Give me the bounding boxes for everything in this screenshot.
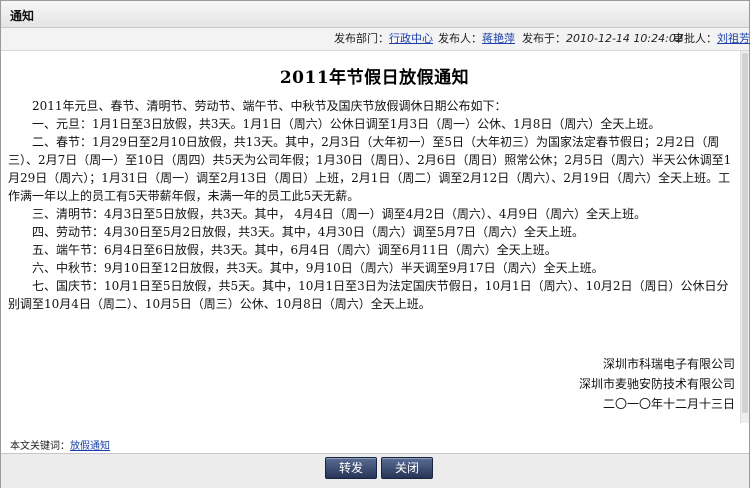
publisher-label: 发布人： bbox=[438, 32, 482, 45]
approver-label: 审批人： bbox=[673, 32, 717, 45]
publisher-link[interactable]: 蒋艳萍 bbox=[482, 32, 515, 45]
keyword-link[interactable]: 放假通知 bbox=[70, 441, 110, 452]
notice-paragraph: 五、端午节：6月4日至6日放假，共3天。其中，6月4日（周六）调至6月11日（周… bbox=[32, 243, 557, 257]
notice-paragraph: 2011年元旦、春节、清明节、劳动节、端午节、中秋节及国庆节放假调休日期公布如下… bbox=[32, 99, 507, 113]
publish-info-bar: 发布部门：行政中心 发布人：蒋艳萍 发布于：2010-12-14 10:24:0… bbox=[1, 28, 750, 51]
notice-paragraph: 一、元旦：1月1日至3日放假，共3天。1月1日（周六）公休日调至1月3日（周一）… bbox=[32, 117, 661, 131]
forward-button[interactable]: 转发 bbox=[325, 457, 377, 479]
signature-block: 深圳市科瑞电子有限公司 深圳市麦驰安防技术有限公司 二〇一〇年十二月十三日 bbox=[579, 354, 735, 414]
notice-title: 2011年节假日放假通知 bbox=[279, 68, 470, 88]
window-titlebar: 通知 bbox=[1, 1, 749, 28]
keywords-row: 本文关键词：放假通知 bbox=[10, 437, 110, 452]
approver-link[interactable]: 刘祖芳 bbox=[717, 32, 750, 45]
notice-paragraph: 四、劳动节：4月30日至5月2日放假，共3天。其中，4月30日（周六）调至5月7… bbox=[32, 225, 584, 239]
publisher-info: 发布人：蒋艳萍 bbox=[438, 28, 515, 50]
notice-paragraph: 二、春节：1月29日至2月10日放假，共13天。其中，2月3日（大年初一）至5日… bbox=[8, 135, 732, 203]
vertical-scrollbar[interactable] bbox=[740, 51, 749, 423]
notice-content: 2011年节假日放假通知 2011年元旦、春节、清明节、劳动节、端午节、中秋节及… bbox=[8, 51, 741, 423]
dept-label: 发布部门： bbox=[334, 32, 389, 45]
button-bar: 转发 关闭 bbox=[1, 453, 749, 488]
publish-date-value: 2010-12-14 10:24:02 bbox=[566, 32, 683, 45]
scrollbar-thumb[interactable] bbox=[742, 53, 748, 413]
notice-paragraph: 七、国庆节：10月1日至5日放假，共5天。其中，10月1日至3日为法定国庆节假日… bbox=[8, 279, 729, 311]
notice-window: 通知 发布部门：行政中心 发布人：蒋艳萍 发布于：2010-12-14 10:2… bbox=[0, 0, 750, 488]
notice-body: 2011年元旦、春节、清明节、劳动节、端午节、中秋节及国庆节放假调休日期公布如下… bbox=[8, 97, 736, 313]
publish-date-info: 发布于：2010-12-14 10:24:02 bbox=[522, 28, 683, 50]
notice-paragraph: 三、清明节：4月3日至5日放假，共3天。其中， 4月4日（周一）调至4月2日（周… bbox=[32, 207, 647, 221]
publish-date-label: 发布于： bbox=[522, 32, 566, 45]
approver-info: 审批人：刘祖芳 bbox=[673, 28, 750, 50]
signature-company-1: 深圳市科瑞电子有限公司 bbox=[602, 357, 735, 371]
close-button[interactable]: 关闭 bbox=[381, 457, 433, 479]
signature-company-2: 深圳市麦驰安防技术有限公司 bbox=[578, 377, 735, 391]
dept-info: 发布部门：行政中心 bbox=[334, 28, 433, 50]
dept-link[interactable]: 行政中心 bbox=[389, 32, 433, 45]
window-title: 通知 bbox=[10, 9, 35, 23]
notice-paragraph: 六、中秋节：9月10日至12日放假，共3天。其中，9月10日（周六）半天调至9月… bbox=[32, 261, 604, 275]
keywords-label: 本文关键词： bbox=[10, 441, 70, 452]
signature-date: 二〇一〇年十二月十三日 bbox=[602, 397, 735, 411]
